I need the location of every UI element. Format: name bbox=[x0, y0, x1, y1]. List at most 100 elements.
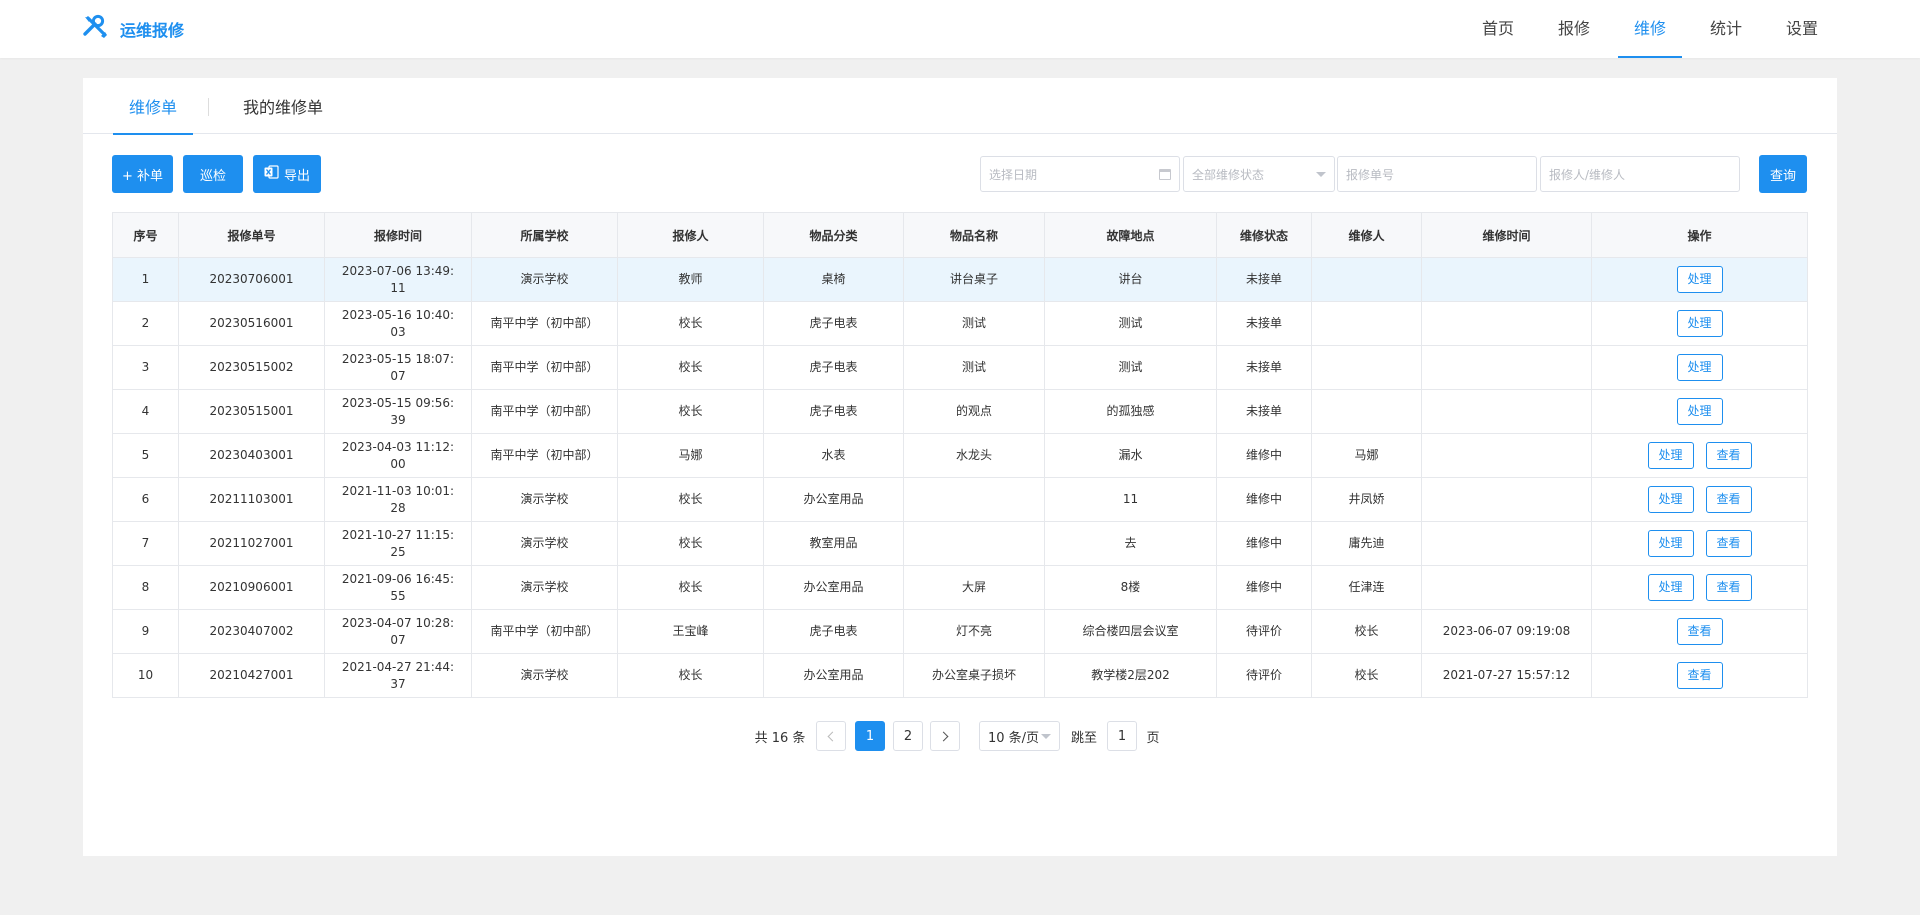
add-order-button[interactable]: + 补单 bbox=[112, 155, 173, 193]
table-row[interactable]: 5 20230403001 2023-04-03 11:12: 00 南平中学（初中部）… bbox=[112, 433, 1808, 478]
repair-time-cell: 2023-06-07 09:19:08 bbox=[1421, 609, 1592, 654]
report-time-cell: 2023-07-06 13:49: 11 bbox=[324, 257, 472, 302]
tab-divider bbox=[208, 98, 209, 116]
person-input[interactable]: 报修人/维修人 bbox=[1540, 156, 1740, 192]
row-index-cell: 6 bbox=[112, 477, 179, 522]
process-button[interactable]: 处理 bbox=[1676, 398, 1723, 425]
status-placeholder: 全部维修状态 bbox=[1192, 167, 1265, 182]
process-button[interactable]: 处理 bbox=[1676, 266, 1723, 293]
school-cell: 演示学校 bbox=[471, 477, 618, 522]
row-actions: 处理 查看 bbox=[1592, 530, 1807, 557]
table-row[interactable]: 9 20230407002 2023-04-07 10:28: 07 南平中学（初中部）… bbox=[112, 609, 1808, 654]
category-cell: 虎子电表 bbox=[763, 301, 904, 346]
row-index-cell: 2 bbox=[112, 301, 179, 346]
process-button[interactable]: 处理 bbox=[1676, 310, 1723, 337]
table-row[interactable]: 4 20230515001 2023-05-15 09:56: 39 南平中学（初中部）… bbox=[112, 389, 1808, 434]
prev-page-button[interactable] bbox=[816, 721, 846, 751]
actions-cell: 处理 查看 bbox=[1591, 477, 1808, 522]
date-picker[interactable]: 选择日期 bbox=[980, 156, 1180, 192]
status-cell: 维修中 bbox=[1216, 477, 1312, 522]
view-button[interactable]: 查看 bbox=[1705, 574, 1752, 601]
actions-cell: 查看 bbox=[1591, 609, 1808, 654]
view-button[interactable]: 查看 bbox=[1705, 442, 1752, 469]
nav-home[interactable]: 首页 bbox=[1460, 0, 1536, 58]
nav-repair[interactable]: 维修 bbox=[1612, 0, 1688, 58]
process-button[interactable]: 处理 bbox=[1647, 442, 1694, 469]
reporter-cell: 校长 bbox=[617, 521, 764, 566]
row-actions: 处理 bbox=[1592, 266, 1807, 293]
report-time-line: 55 bbox=[390, 588, 406, 603]
location-cell: 8楼 bbox=[1044, 565, 1217, 610]
order-no-input[interactable]: 报修单号 bbox=[1337, 156, 1537, 192]
nav-report[interactable]: 报修 bbox=[1536, 0, 1612, 58]
column-header: 报修单号 bbox=[178, 212, 325, 258]
nav-settings[interactable]: 设置 bbox=[1764, 0, 1840, 58]
repair-time-cell bbox=[1421, 477, 1592, 522]
row-index-cell: 1 bbox=[112, 257, 179, 302]
view-button[interactable]: 查看 bbox=[1705, 530, 1752, 557]
report-time-line: 00 bbox=[390, 456, 406, 471]
school-cell: 南平中学（初中部） bbox=[471, 345, 618, 390]
reporter-cell: 校长 bbox=[617, 477, 764, 522]
location-cell: 的孤独感 bbox=[1044, 389, 1217, 434]
report-time-line: 2023-04-03 11:12: bbox=[341, 439, 455, 454]
order-no-cell: 20210906001 bbox=[178, 565, 325, 610]
table-row[interactable]: 3 20230515002 2023-05-15 18:07: 07 南平中学（初中部）… bbox=[112, 345, 1808, 390]
chevron-right-icon bbox=[938, 731, 949, 741]
tab-repair-orders[interactable]: 维修单 bbox=[113, 78, 193, 135]
report-time-line: 2023-07-06 13:49: bbox=[341, 263, 455, 278]
view-button[interactable]: 查看 bbox=[1676, 618, 1723, 645]
export-label: 导出 bbox=[283, 168, 310, 184]
next-page-button[interactable] bbox=[930, 721, 960, 751]
status-select[interactable]: 全部维修状态 bbox=[1183, 156, 1335, 192]
repairer-cell: 井凤娇 bbox=[1311, 477, 1422, 522]
report-time-line: 2023-05-16 10:40: bbox=[341, 307, 455, 322]
school-cell: 南平中学（初中部） bbox=[471, 433, 618, 478]
process-button[interactable]: 处理 bbox=[1676, 354, 1723, 381]
location-cell: 综合楼四层会议室 bbox=[1044, 609, 1217, 654]
query-button[interactable]: 查询 bbox=[1759, 155, 1807, 193]
person-placeholder: 报修人/维修人 bbox=[1549, 167, 1626, 182]
actions-cell: 处理 查看 bbox=[1591, 565, 1808, 610]
process-button[interactable]: 处理 bbox=[1647, 574, 1694, 601]
process-button[interactable]: 处理 bbox=[1647, 486, 1694, 513]
row-index-cell: 10 bbox=[112, 653, 179, 698]
report-time-line: 28 bbox=[390, 500, 406, 515]
reporter-cell: 教师 bbox=[617, 257, 764, 302]
process-button[interactable]: 处理 bbox=[1647, 530, 1694, 557]
row-actions: 处理 查看 bbox=[1592, 486, 1807, 513]
export-button[interactable]: 导出 bbox=[253, 155, 321, 193]
status-cell: 未接单 bbox=[1216, 257, 1312, 302]
school-cell: 演示学校 bbox=[471, 257, 618, 302]
report-time-cell: 2023-05-15 18:07: 07 bbox=[324, 345, 472, 390]
table-row[interactable]: 10 20210427001 2021-04-27 21:44: 37 演示学校 校长 办公… bbox=[112, 653, 1808, 698]
repairer-cell bbox=[1311, 257, 1422, 302]
view-button[interactable]: 查看 bbox=[1705, 486, 1752, 513]
report-time-cell: 2023-05-15 09:56: 39 bbox=[324, 389, 472, 434]
item-name-cell: 测试 bbox=[903, 345, 1045, 390]
table-row[interactable]: 1 20230706001 2023-07-06 13:49: 11 演示学校 教师 桌椅讲… bbox=[112, 257, 1808, 302]
row-actions: 查看 bbox=[1592, 662, 1807, 689]
page-number[interactable]: 2 bbox=[893, 721, 923, 751]
report-time-line: 07 bbox=[390, 632, 406, 647]
table-row[interactable]: 8 20210906001 2021-09-06 16:45: 55 演示学校 校长 办公室… bbox=[112, 565, 1808, 610]
view-button[interactable]: 查看 bbox=[1676, 662, 1723, 689]
table-row[interactable]: 6 20211103001 2021-11-03 10:01: 28 演示学校 校长 办公室… bbox=[112, 477, 1808, 522]
page-number[interactable]: 1 bbox=[855, 721, 885, 751]
item-name-cell bbox=[903, 477, 1045, 522]
category-cell: 教室用品 bbox=[763, 521, 904, 566]
patrol-button[interactable]: 巡检 bbox=[183, 155, 243, 193]
reporter-cell: 马娜 bbox=[617, 433, 764, 478]
brand[interactable]: 运维报修 bbox=[82, 14, 184, 42]
report-time-cell: 2023-04-07 10:28: 07 bbox=[324, 609, 472, 654]
tab-my-repair-orders[interactable]: 我的维修单 bbox=[233, 78, 333, 134]
table-row[interactable]: 2 20230516001 2023-05-16 10:40: 03 南平中学（初中部）… bbox=[112, 301, 1808, 346]
table-row[interactable]: 7 20211027001 2021-10-27 11:15: 25 演示学校 校长 教室用… bbox=[112, 521, 1808, 566]
page-size-select[interactable]: 10 条/页 bbox=[979, 721, 1060, 751]
column-header: 维修人 bbox=[1311, 212, 1422, 258]
order-no-cell: 20230403001 bbox=[178, 433, 325, 478]
column-header: 物品名称 bbox=[903, 212, 1045, 258]
row-actions: 查看 bbox=[1592, 618, 1807, 645]
nav-statistics[interactable]: 统计 bbox=[1688, 0, 1764, 58]
goto-page-input[interactable]: 1 bbox=[1107, 721, 1137, 751]
